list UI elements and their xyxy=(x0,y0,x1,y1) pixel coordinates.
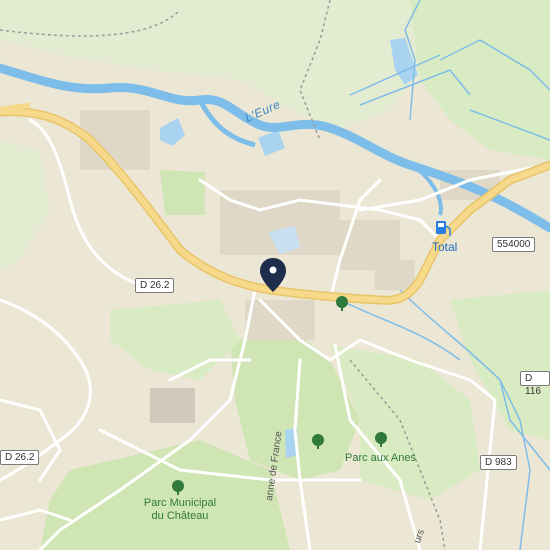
road-shield-d116: D 116 xyxy=(520,371,550,397)
road-shield-d262-a: D 26.2 xyxy=(135,278,175,293)
park-municipal-label-line1: Parc Municipal xyxy=(143,497,217,509)
fuel-station-label[interactable]: Total xyxy=(432,240,457,254)
map-pin-dot xyxy=(269,266,277,274)
road-shield-d262-b: D 26.2 xyxy=(0,450,40,465)
road-shield-d983: D 983 xyxy=(480,455,517,470)
sports-field xyxy=(160,170,205,215)
road-shield-554000: 554000 xyxy=(492,237,536,252)
park-municipal-label-line2: du Château xyxy=(151,510,209,522)
park-municipal-label[interactable]: Parc Municipal du Château xyxy=(130,497,230,523)
park-aux-anes-label[interactable]: Parc aux Anes xyxy=(345,452,416,465)
